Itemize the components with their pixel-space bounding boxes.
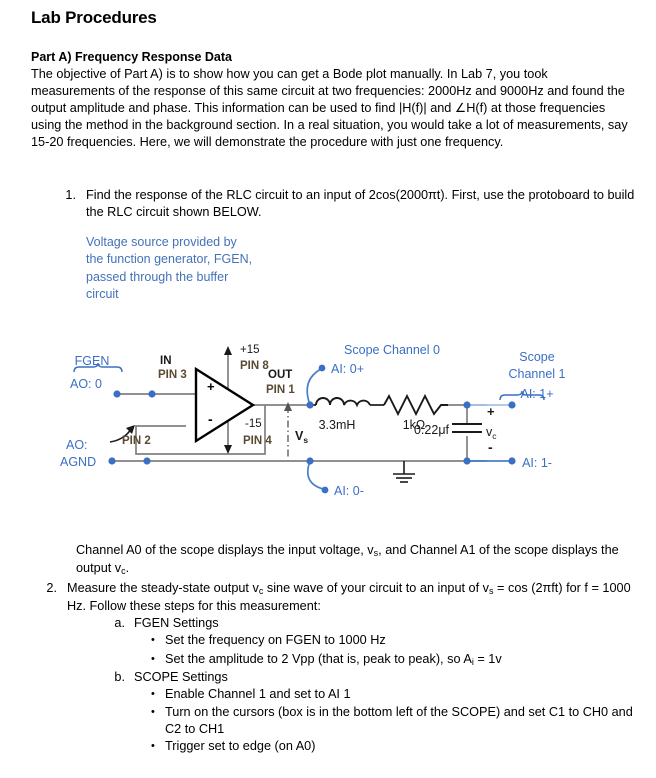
step-2-item: 2. Measure the steady-state output vc si… (31, 580, 637, 616)
step-2-text-b: sine wave of your circuit to an input of… (263, 580, 490, 595)
ai0-minus-label: AI: 0- (334, 484, 364, 498)
bullets-b: • Enable Channel 1 and set to AI 1 • Tur… (31, 686, 637, 755)
annotation-line-3: passed through the buffer (86, 269, 229, 284)
scope-channel-1-line1: Scope (519, 350, 554, 364)
step-2-sub-s: s (489, 585, 494, 596)
channel-note: Channel A0 of the scope displays the inp… (31, 542, 637, 579)
page-title: Lab Procedures (31, 8, 157, 27)
out-label: OUT (268, 369, 292, 381)
in-label: IN (160, 355, 172, 367)
sub-item-b: b. SCOPE Settings (31, 669, 637, 686)
document-page: Lab Procedures Part A) Frequency Respons… (0, 0, 656, 778)
bullet-text: Set the frequency on FGEN to 1000 Hz (165, 632, 637, 650)
sub-item-a-row: a. FGEN Settings (103, 615, 637, 632)
vc-label: vc (486, 425, 497, 441)
scope-channel-1-line2: Channel 1 (509, 367, 566, 381)
bullet-text: Enable Channel 1 and set to AI 1 (165, 687, 351, 702)
bullet-dot-icon: • (151, 705, 155, 718)
bullet-item: • Enable Channel 1 and set to AI 1 (151, 686, 637, 703)
bullet-item: • Set the frequency on FGEN to 1000 Hz (151, 632, 637, 650)
bullet-dot-icon: • (151, 652, 155, 665)
ai0-plus-label: AI: 0+ (331, 362, 364, 376)
section-heading: Part A) Frequency Response Data (31, 50, 232, 64)
annotation-callout: Voltage source provided by the function … (86, 234, 316, 303)
sub-item-a-label: FGEN Settings (134, 616, 219, 631)
bullet-dot-icon: • (151, 688, 155, 701)
bullet-text: Turn on the cursors (box is in the botto… (165, 704, 633, 736)
lower-text-block: Channel A0 of the scope displays the inp… (31, 542, 637, 756)
fgen-label: FGEN (75, 354, 110, 368)
bullet-dot-icon: • (151, 634, 155, 647)
bullet-text: Set the amplitude to 2 Vpp (that is, pea… (165, 651, 637, 669)
step-2-number: 2. (46, 580, 57, 595)
channel-note-c: . (125, 561, 130, 576)
opamp-plus-terminal: + (207, 379, 215, 394)
bullet-item: • Turn on the cursors (box is in the bot… (151, 704, 637, 739)
sub-item-b-label: SCOPE Settings (134, 670, 228, 685)
step-2-text-a: Measure the steady-state output v (67, 580, 259, 595)
step-1-text: Find the response of the RLC circuit to … (86, 188, 635, 220)
opamp-minus-terminal: - (208, 411, 213, 427)
annotation-line-2: the function generator, FGEN, (86, 252, 253, 267)
annotation-line-4: circuit (86, 286, 119, 301)
scope-channel-0-label: Scope Channel 0 (344, 343, 440, 357)
step-2-sub-c: c (258, 585, 264, 596)
sub-item-b-marker: b. (114, 670, 125, 685)
pin8-label: PIN 8 (240, 360, 269, 372)
step-2-text: Measure the steady-state output vc sine … (67, 580, 637, 616)
inductor-value: 3.3mH (319, 418, 356, 432)
step-1-list: 1. Find the response of the RLC circuit … (50, 187, 640, 221)
bullet-text: Trigger set to edge (on A0) (165, 739, 316, 754)
pin2-label: PIN 2 (122, 435, 151, 447)
minus15-label: -15 (245, 418, 262, 430)
agnd-label: AGND (60, 455, 96, 469)
pin1-label: PIN 1 (266, 384, 295, 396)
bullet-item: • Trigger set to edge (on A0) (151, 738, 637, 755)
bullet-text-b: = 1v (473, 651, 502, 666)
bullets-a: • Set the frequency on FGEN to 1000 Hz •… (31, 632, 637, 669)
circuit-diagram: FGEN AO: 0 AO: AGND Scope Channel 0 AI: … (0, 328, 656, 518)
channel-note-a: Channel A0 of the scope displays the inp… (76, 543, 374, 557)
intro-paragraph: The objective of Part A) is to show how … (31, 67, 628, 150)
bullet-text-a: Set the frequency on FGEN to 1000 Hz (165, 633, 386, 648)
ai1-plus-label: AI: 1+ (520, 387, 553, 401)
pin4-label: PIN 4 (243, 435, 272, 447)
list-item: 1. Find the response of the RLC circuit … (50, 187, 640, 221)
bullet-dot-icon: • (151, 740, 155, 753)
ao0-label: AO: 0 (70, 377, 102, 391)
pin3-label: PIN 3 (158, 369, 187, 381)
bullet-sub: i (471, 656, 474, 667)
ao-label: AO: (66, 438, 88, 452)
channel-note-sub-s: s (373, 548, 379, 558)
bullet-item: • Set the amplitude to 2 Vpp (that is, p… (151, 651, 637, 669)
sub-item-a-marker: a. (114, 616, 125, 631)
sub-item-b-row: b. SCOPE Settings (103, 669, 637, 686)
cap-minus-label: - (488, 439, 493, 455)
annotation-line-1: Voltage source provided by (86, 235, 237, 249)
vs-label: Vs (295, 429, 308, 445)
sub-item-a: a. FGEN Settings (31, 615, 637, 632)
channel-note-sub-c: c (121, 566, 126, 577)
step-1-number: 1. (65, 188, 76, 202)
bullet-text-a: Set the amplitude to 2 Vpp (that is, pea… (165, 651, 472, 666)
plus15-label: +15 (240, 344, 260, 356)
cap-plus-label: + (487, 404, 495, 419)
ai1-minus-label: AI: 1- (522, 456, 552, 470)
capacitor-value: 0.22μf (414, 423, 450, 437)
